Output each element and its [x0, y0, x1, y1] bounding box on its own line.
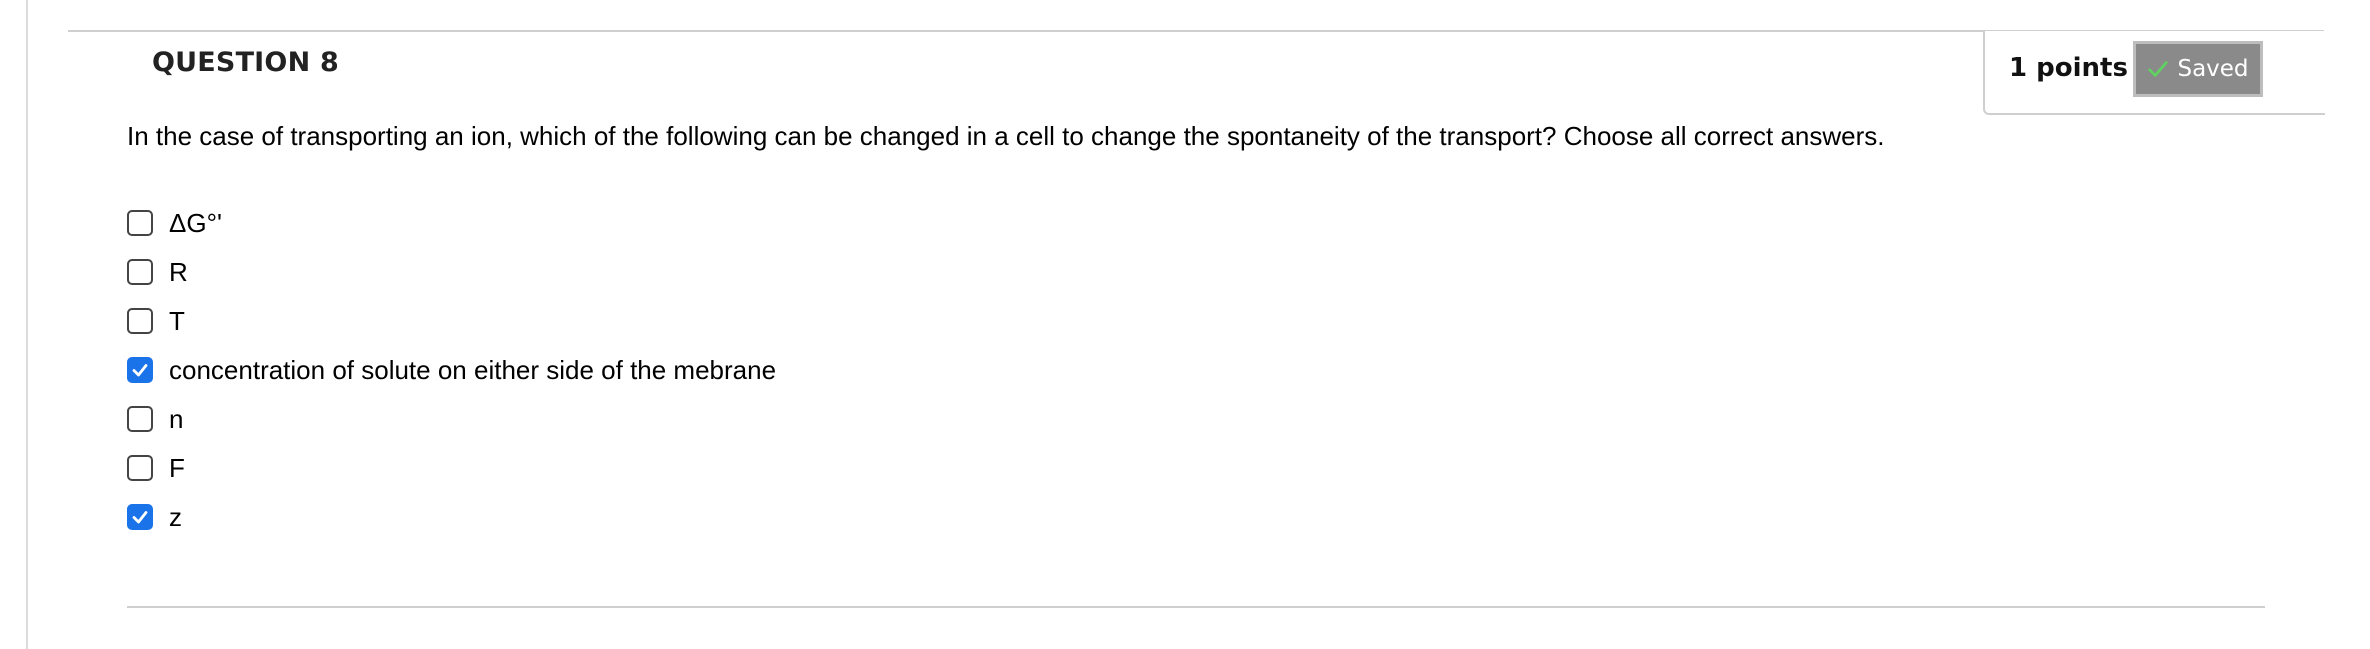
bottom-divider	[127, 606, 2265, 608]
option-label: R	[169, 256, 188, 287]
answer-option[interactable]: R	[127, 247, 776, 296]
question-text: In the case of transporting an ion, whic…	[127, 121, 1885, 151]
question-page: QUESTION 8 1 points Saved In the case of…	[0, 0, 2370, 649]
checkbox[interactable]	[127, 258, 153, 285]
answer-option[interactable]: T	[127, 296, 776, 345]
answer-options: ΔG°' R T concentration of solute on eith…	[127, 198, 776, 541]
saved-label: Saved	[2177, 56, 2249, 82]
checkbox[interactable]	[127, 454, 153, 481]
answer-option[interactable]: F	[127, 443, 776, 492]
option-label: ΔG°'	[169, 207, 222, 238]
checkbox[interactable]	[127, 405, 153, 432]
points-label: 1 points	[2009, 53, 2128, 83]
option-label: F	[169, 452, 185, 483]
left-border	[26, 0, 28, 649]
option-label: n	[169, 403, 184, 434]
check-icon	[2147, 58, 2169, 80]
option-label: z	[169, 501, 182, 532]
checkbox[interactable]	[127, 307, 153, 334]
checkbox[interactable]	[127, 209, 153, 236]
answer-option[interactable]: ΔG°'	[127, 198, 776, 247]
answer-option[interactable]: z	[127, 492, 776, 541]
answer-option[interactable]: n	[127, 394, 776, 443]
option-label: T	[169, 305, 185, 336]
option-label: concentration of solute on either side o…	[169, 354, 777, 385]
saved-button[interactable]: Saved	[2133, 41, 2263, 97]
checkbox[interactable]	[127, 356, 153, 383]
points-box: 1 points Saved	[1983, 31, 2325, 115]
answer-option[interactable]: concentration of solute on either side o…	[127, 345, 776, 394]
question-title: QUESTION 8	[152, 47, 339, 78]
checkbox[interactable]	[127, 503, 153, 530]
